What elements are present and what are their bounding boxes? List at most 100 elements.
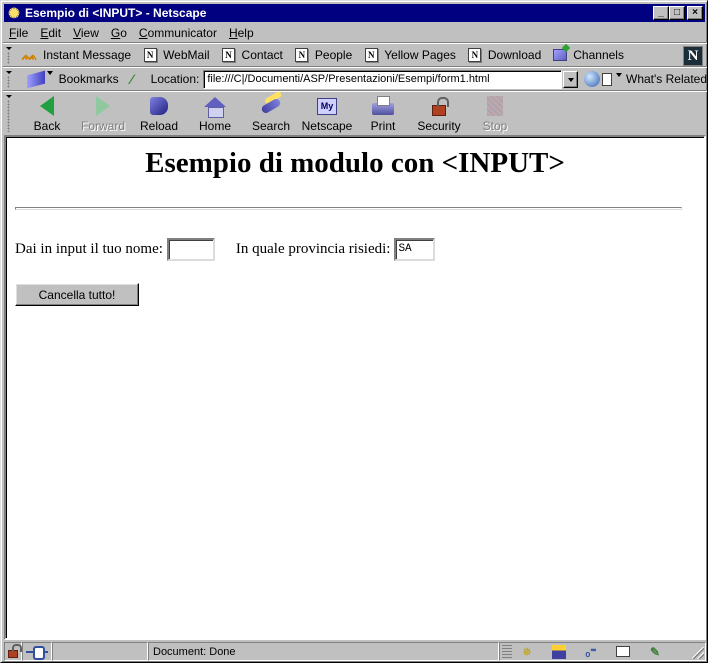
menu-accel: H [228, 25, 238, 40]
page-heading: Esempio di modulo con <INPUT> [145, 147, 565, 179]
channels-icon [553, 49, 568, 61]
menu-label: o [120, 25, 127, 40]
composer-icon[interactable]: ✎ [646, 645, 664, 659]
connection-status[interactable] [22, 642, 52, 661]
search-flashlight-icon [260, 97, 282, 115]
reload-icon [150, 97, 168, 115]
menu-edit[interactable]: Edit [34, 26, 67, 40]
component-bar: ✵ ₒ⁼ ✎ [499, 642, 706, 661]
stop-button[interactable]: Stop [467, 92, 523, 134]
toolbar-grip[interactable] [3, 92, 13, 134]
minimize-button[interactable]: _ [653, 6, 669, 20]
navigation-toolbar: Back Forward Reload Home Search My Netsc… [3, 92, 707, 134]
bookmarks-icon [26, 70, 53, 89]
netscape-bookmark-icon: N [143, 48, 157, 62]
component-bar-handle[interactable] [502, 644, 512, 659]
download-button[interactable]: N Download [468, 48, 541, 63]
netscape-app-icon: ✺ [8, 5, 20, 21]
printer-icon [372, 96, 394, 115]
mail-icon[interactable] [552, 644, 566, 659]
netscape-logo-button[interactable]: N [683, 46, 703, 66]
menu-bar: File Edit View Go Communicator Help [4, 23, 260, 42]
resize-grip[interactable] [692, 647, 704, 659]
button-label: Security [417, 119, 461, 133]
contact-button[interactable]: N Contact [222, 48, 283, 63]
maximize-button[interactable]: □ [669, 6, 685, 20]
close-icon: × [692, 7, 698, 18]
button-label: Print [370, 119, 396, 133]
security-button[interactable]: Security [411, 92, 467, 134]
menu-label: iew [80, 25, 99, 40]
back-button[interactable]: Back [19, 92, 75, 134]
toolbar-grip[interactable] [3, 44, 13, 66]
menu-label: ile [16, 25, 29, 40]
home-icon [204, 97, 226, 118]
title-bar: ✺ Esempio di <INPUT> - Netscape _ □ × [4, 4, 705, 22]
netscape-bookmark-icon: N [295, 48, 309, 62]
yellow-pages-button[interactable]: N Yellow Pages [364, 48, 456, 63]
input-form: Dai in input il tuo nome: In quale provi… [15, 238, 436, 261]
netscape-bookmark-icon: N [222, 48, 236, 62]
chevron-down-icon [616, 73, 622, 77]
province-label: In quale provincia risiedi: [235, 241, 391, 257]
location-toolbar: Bookmarks ⁄ Location: file:///C|/Documen… [3, 68, 707, 90]
progress-bar [52, 642, 148, 661]
people-button[interactable]: N People [295, 48, 352, 63]
reset-button[interactable]: Cancella tutto! [15, 283, 139, 306]
search-button[interactable]: Search [243, 92, 299, 134]
status-bar: Document: Done ✵ ₒ⁼ ✎ [4, 642, 706, 661]
padlock-icon [432, 96, 449, 116]
menu-communicator[interactable]: Communicator [133, 26, 223, 40]
name-input[interactable] [166, 238, 215, 261]
menu-label: elp [237, 25, 254, 40]
button-label: Netscape [301, 119, 353, 133]
navigator-icon[interactable]: ✵ [518, 645, 536, 659]
location-input[interactable]: file:///C|/Documenti/ASP/Presentazioni/E… [203, 69, 562, 89]
netscape-bookmark-icon: N [468, 48, 482, 62]
location-label: Location: [150, 72, 200, 86]
webmail-button[interactable]: N WebMail [143, 48, 210, 63]
close-button[interactable]: × [687, 6, 703, 20]
page-content: Esempio di modulo con <INPUT> Dai in inp… [4, 135, 706, 640]
padlock-icon [8, 643, 22, 658]
security-status[interactable] [4, 642, 22, 661]
toolbar-grip[interactable] [3, 68, 13, 90]
netscape-bookmark-icon: N [364, 48, 378, 62]
netscape-logo-icon: N [687, 47, 699, 64]
bookmarks-button[interactable]: Bookmarks [26, 70, 119, 89]
button-label: Home [198, 119, 231, 133]
button-label: Download [487, 48, 542, 62]
home-button[interactable]: Home [187, 92, 243, 134]
instant-message-button[interactable]: ᨐ Instant Message [22, 47, 132, 63]
button-label: Instant Message [43, 48, 132, 62]
window-title: Esempio di <INPUT> - Netscape [25, 6, 207, 20]
discussions-icon[interactable]: ₒ⁼ [582, 645, 600, 659]
forward-button[interactable]: Forward [75, 92, 131, 134]
channels-button[interactable]: Channels [553, 48, 624, 63]
menu-label: dit [48, 25, 62, 40]
bookmarks-label: Bookmarks [58, 72, 119, 86]
netscape-button[interactable]: My Netscape [299, 92, 355, 134]
print-button[interactable]: Print [355, 92, 411, 134]
personal-toolbar: ᨐ Instant Message N WebMail N Contact N … [3, 44, 707, 66]
menu-help[interactable]: Help [223, 26, 260, 40]
page-icon [602, 72, 612, 86]
globe-icon [584, 71, 600, 87]
menu-view[interactable]: View [67, 26, 105, 40]
page-proxy-icon[interactable]: ⁄ [131, 71, 145, 87]
menu-go[interactable]: Go [105, 26, 133, 40]
menu-file[interactable]: File [4, 26, 34, 40]
browser-window: ✺ Esempio di <INPUT> - Netscape _ □ × Fi… [0, 0, 708, 663]
address-book-icon[interactable] [616, 646, 630, 657]
button-label: Channels [573, 48, 624, 62]
button-label: People [314, 48, 353, 62]
whats-related-button[interactable]: What's Related [584, 71, 707, 87]
back-arrow-icon [40, 96, 54, 116]
location-dropdown-button[interactable] [562, 70, 578, 88]
button-label: WebMail [163, 48, 210, 62]
menu-accel: G [110, 25, 121, 40]
status-text: Document: Done [148, 642, 499, 661]
reload-button[interactable]: Reload [131, 92, 187, 134]
province-input[interactable]: SA [394, 238, 436, 261]
my-netscape-icon: My [317, 97, 337, 115]
